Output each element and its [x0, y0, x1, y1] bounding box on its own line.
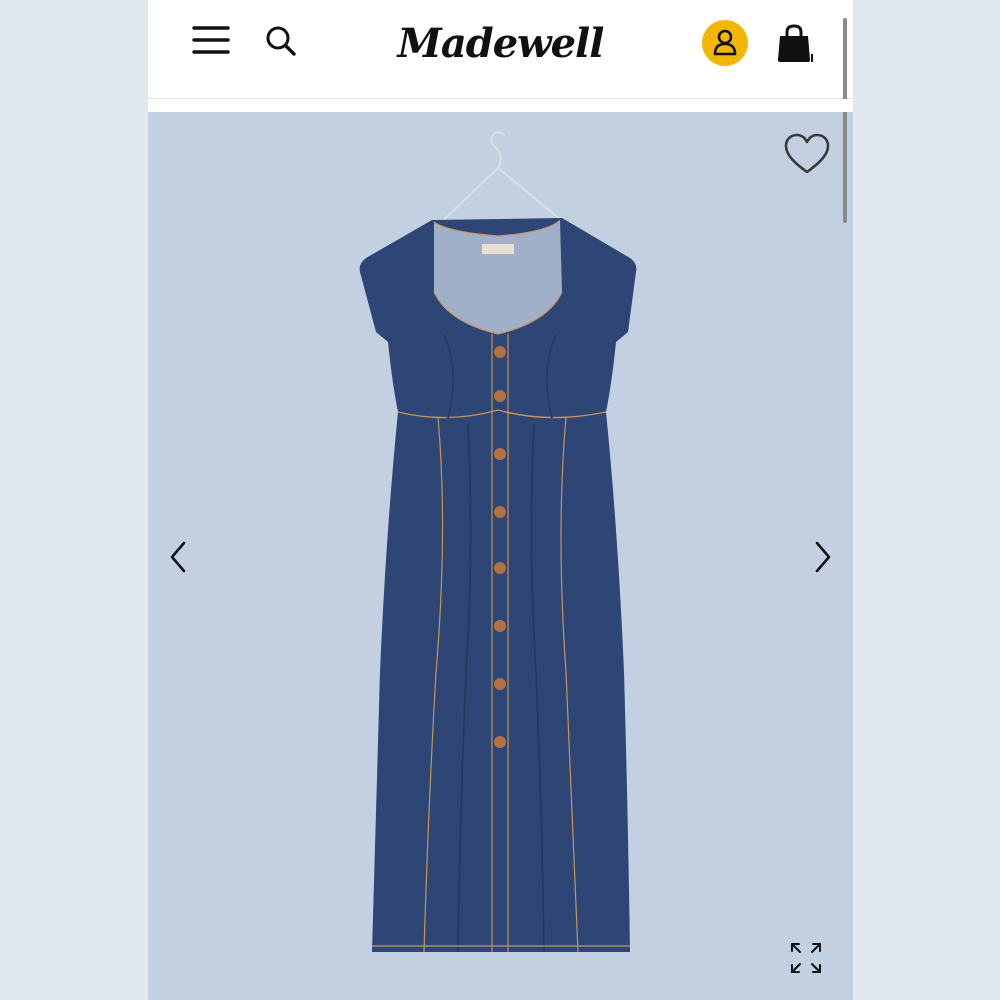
- hanger: [432, 131, 567, 231]
- account-icon: [713, 29, 737, 56]
- chevron-left-icon: [170, 541, 186, 573]
- site-header: Madewell: [148, 0, 853, 223]
- expand-icon: [791, 943, 821, 973]
- shopping-bag-button[interactable]: [774, 22, 818, 66]
- expand-image-button[interactable]: [788, 940, 824, 976]
- heart-icon: [784, 133, 830, 174]
- previous-image-button[interactable]: [164, 537, 192, 577]
- account-button[interactable]: [702, 20, 748, 66]
- wishlist-button[interactable]: [783, 132, 831, 178]
- product-image-dress[interactable]: [148, 112, 853, 1000]
- header-spacer: [148, 99, 853, 112]
- brand-logo[interactable]: Madewell: [393, 12, 608, 74]
- mobile-screen: Madewell: [148, 0, 853, 1000]
- menu-button[interactable]: [192, 24, 230, 56]
- search-icon: [266, 26, 296, 56]
- next-image-button[interactable]: [809, 537, 837, 577]
- product-image-gallery[interactable]: [148, 112, 853, 1000]
- search-button[interactable]: [264, 24, 298, 58]
- chevron-right-icon: [815, 541, 831, 573]
- shopping-bag-icon: [778, 24, 813, 62]
- dress: [359, 218, 637, 953]
- menu-icon: [192, 26, 230, 54]
